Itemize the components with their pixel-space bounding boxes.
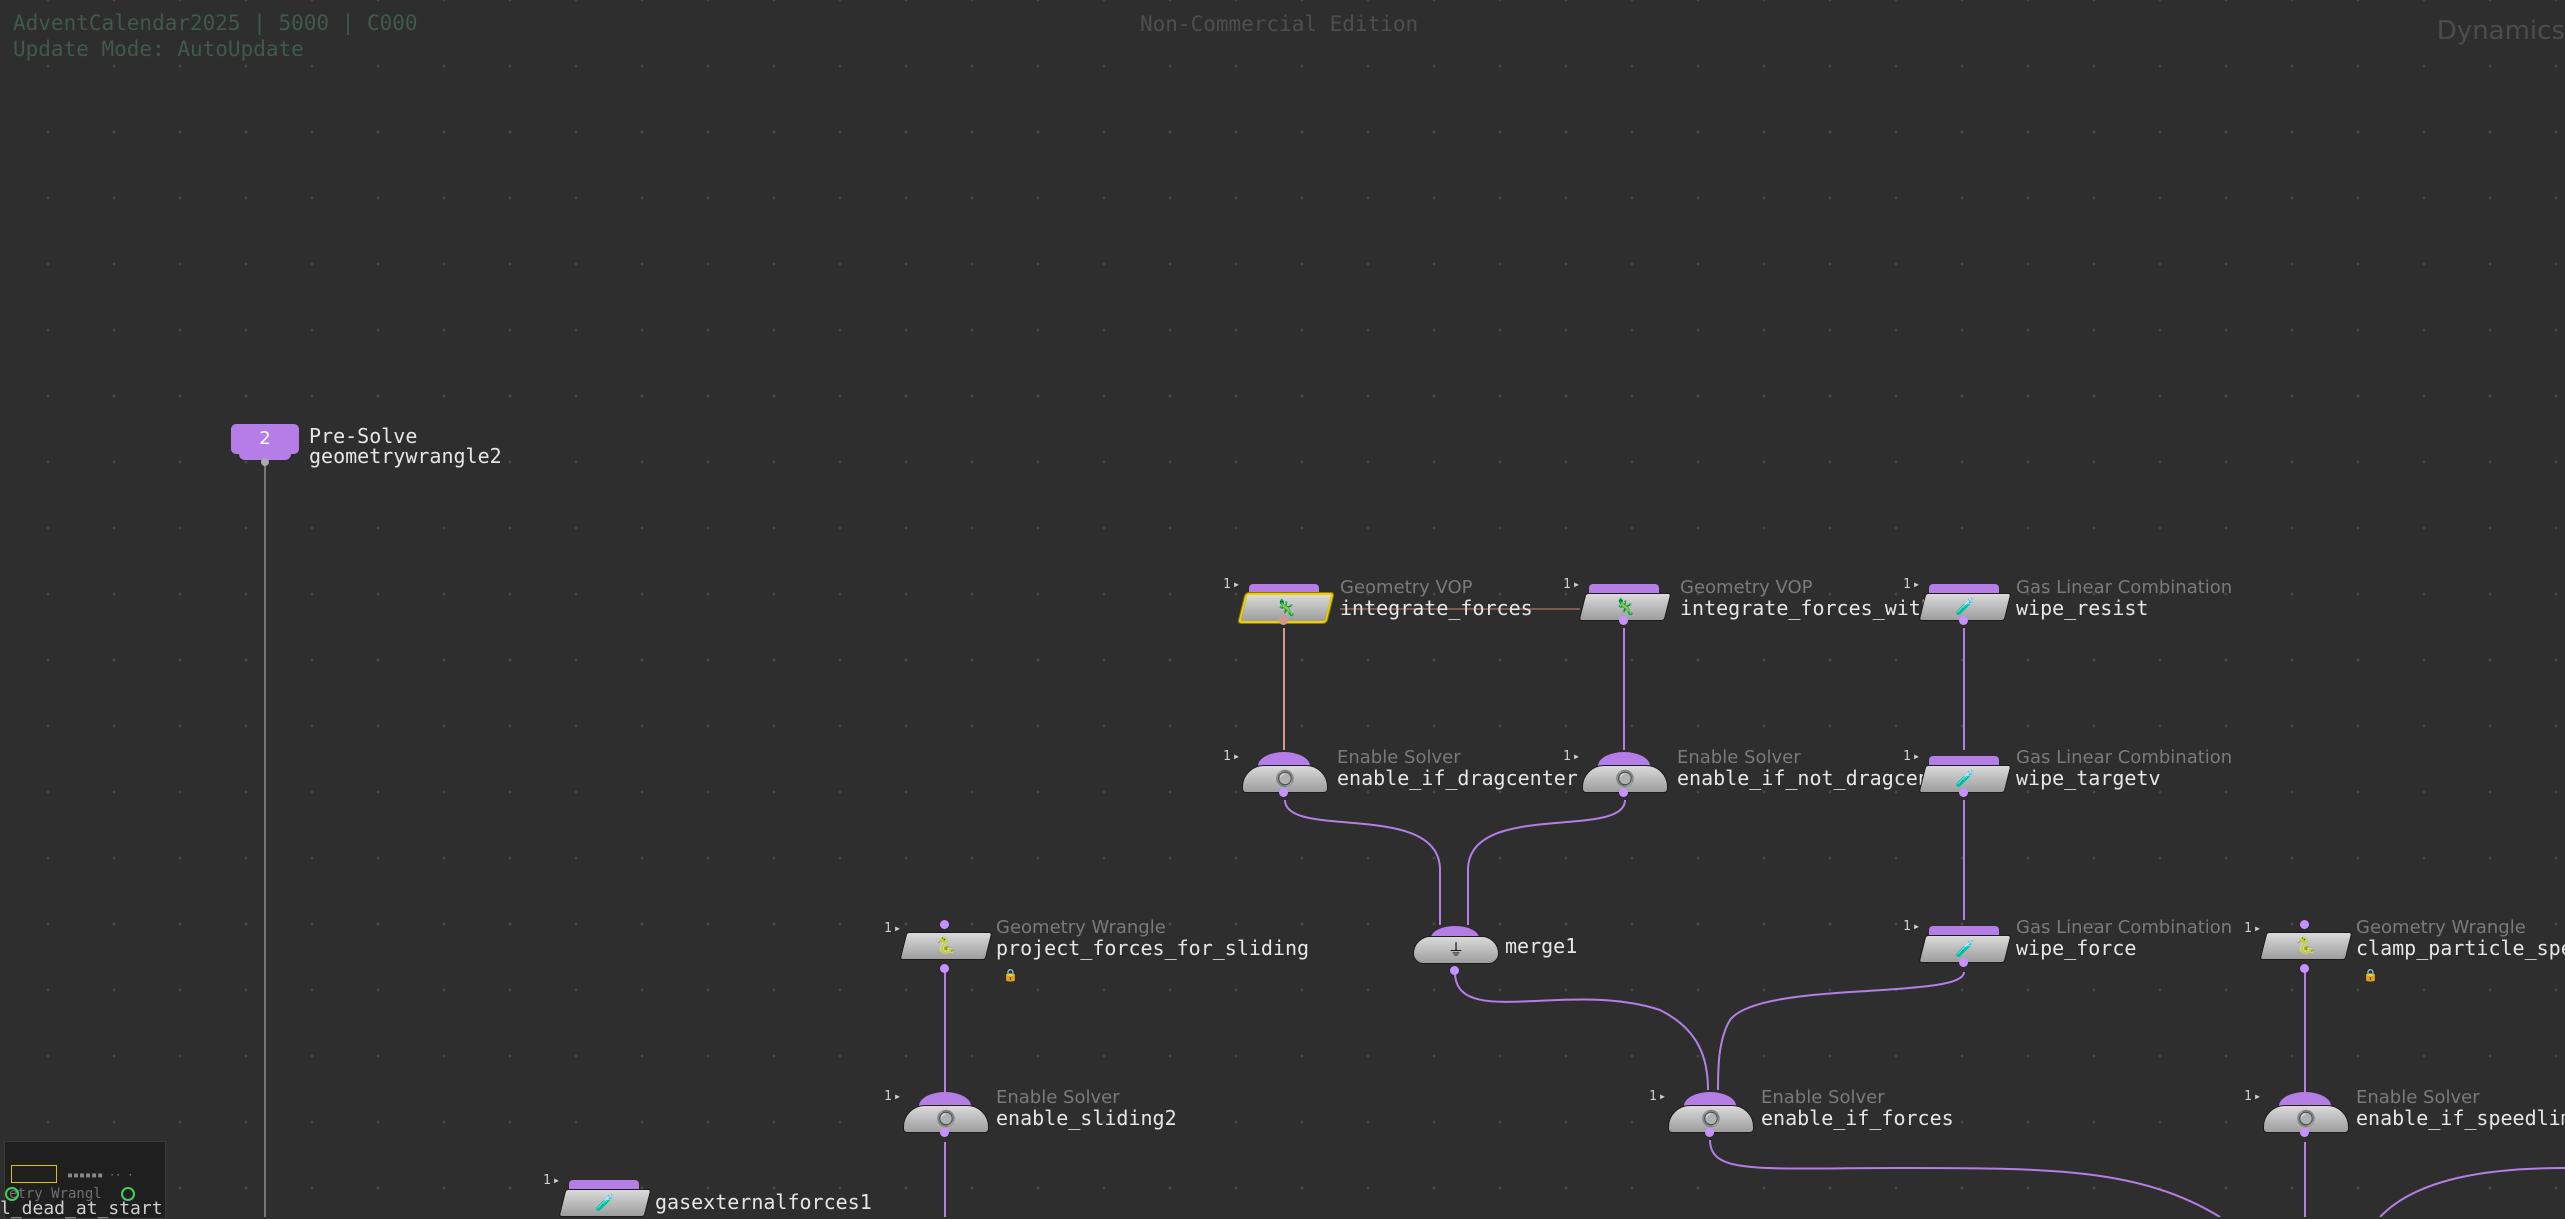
- enable-solver-icon: 🔘: [1615, 769, 1635, 788]
- node-merge1[interactable]: ⏚: [1413, 926, 1499, 975]
- wrangle-icon: 🐍: [936, 936, 956, 955]
- label-enable-if-speedlim: Enable Solver enable_if_speedlim: [2356, 1087, 2565, 1130]
- output-port[interactable]: [1619, 616, 1628, 625]
- output-port[interactable]: [1959, 958, 1968, 967]
- update-mode: Update Mode: AutoUpdate: [13, 37, 304, 61]
- merge-icon: ⏚: [1447, 940, 1464, 959]
- network-box-title: Pre-Solve: [309, 424, 418, 448]
- minimap-viewport[interactable]: [11, 1165, 57, 1183]
- node-enable-if-forces[interactable]: 1 🔘: [1649, 1089, 1754, 1137]
- label-enable-if-not-dragcen: Enable Solver enable_if_not_dragcen: [1677, 747, 1930, 790]
- wire-notdragcen-merge: [1467, 799, 1626, 925]
- enable-solver-icon: 🔘: [936, 1109, 956, 1128]
- network-box-subtitle: geometrywrangle2: [309, 444, 502, 468]
- node-name-partial: l_dead_at_start: [0, 1198, 163, 1219]
- enable-solver-icon: 🔘: [1701, 1109, 1721, 1128]
- enable-solver-icon: 🔘: [1275, 769, 1295, 788]
- node-enable-sliding2[interactable]: 1 🔘: [884, 1089, 989, 1137]
- label-enable-if-dragcenter: Enable Solver enable_if_dragcenter: [1337, 747, 1578, 790]
- wire-speedlim-side: [2379, 1167, 2565, 1217]
- label-wipe-force: Gas Linear Combination wipe_force: [2016, 917, 2233, 960]
- label-clamp-particle: Geometry Wrangle clamp_particle_spe: [2356, 917, 2565, 960]
- label-enable-if-forces: Enable Solver enable_if_forces: [1761, 1087, 1954, 1130]
- wire-wipeforce-forces: [1717, 971, 1965, 1091]
- network-box-output[interactable]: [261, 458, 269, 466]
- gas-linear-icon: 🧪: [595, 1193, 615, 1212]
- input-port[interactable]: [2300, 920, 2309, 929]
- output-port[interactable]: [1959, 788, 1968, 797]
- project-info: AdventCalendar2025 | 5000 | C000: [13, 11, 418, 35]
- enable-solver-icon: 🔘: [2296, 1109, 2316, 1128]
- output-port[interactable]: [1619, 788, 1628, 797]
- wire-merge-forces: [1454, 971, 1709, 1091]
- output-port[interactable]: [1959, 616, 1968, 625]
- wrangle-icon: 🐍: [2296, 936, 2316, 955]
- label-enable-sliding2: Enable Solver enable_sliding2: [996, 1087, 1177, 1130]
- vop-icon: 🦎: [1276, 598, 1296, 617]
- output-port[interactable]: [2300, 964, 2309, 973]
- gas-linear-icon: 🧪: [1955, 769, 1975, 788]
- output-port[interactable]: [2300, 1128, 2309, 1137]
- wire-dragcenter-merge: [1284, 799, 1441, 925]
- node-clamp-particle-spe[interactable]: 1 🐍 🔒: [2244, 920, 2378, 982]
- label-integrate-forces: Geometry VOP integrate_forces: [1340, 577, 1533, 620]
- label-integrate-forces-with: Geometry VOP integrate_forces_with: [1680, 577, 1933, 620]
- minimap-nodes: ▪▪▪▪▪▪ ·· ·: [67, 1170, 134, 1181]
- node-enable-if-speedlim[interactable]: 1 🔘: [2244, 1089, 2349, 1137]
- node-project-forces-for-sliding[interactable]: 1 🐍 🔒: [884, 920, 1018, 982]
- output-port[interactable]: [1705, 1128, 1714, 1137]
- edition-watermark: Non-Commercial Edition: [1140, 12, 1419, 36]
- label-merge1: merge1: [1505, 934, 1578, 958]
- output-port[interactable]: [940, 1128, 949, 1137]
- output-port[interactable]: [1279, 788, 1288, 797]
- output-port[interactable]: [940, 964, 949, 973]
- output-port[interactable]: [1450, 966, 1459, 975]
- node-integrate-forces-with[interactable]: 1 🦎: [1563, 577, 1672, 625]
- input-port[interactable]: [940, 920, 949, 929]
- node-wipe-targetv[interactable]: 1 🧪: [1903, 749, 2012, 797]
- label-project-forces: Geometry Wrangle project_forces_for_slid…: [996, 917, 1310, 960]
- lock-icon: 🔒: [1003, 968, 1018, 982]
- node-wipe-resist[interactable]: 1 🧪: [1903, 577, 2012, 625]
- node-enable-if-not-dragcen[interactable]: 1 🔘: [1563, 749, 1668, 797]
- gas-linear-icon: 🧪: [1955, 597, 1975, 616]
- label-gasexternalforces1: gasexternalforces1: [655, 1190, 872, 1214]
- node-gasexternalforces1[interactable]: 1 🧪: [543, 1173, 652, 1217]
- node-wipe-force[interactable]: 1 🧪: [1903, 919, 2012, 967]
- network-context: Dynamics: [2436, 16, 2565, 46]
- label-wipe-targetv: Gas Linear Combination wipe_targetv: [2016, 747, 2233, 790]
- label-wipe-resist: Gas Linear Combination wipe_resist: [2016, 577, 2233, 620]
- gas-linear-icon: 🧪: [1955, 939, 1975, 958]
- network-box-label: Pre-Solve geometrywrangle2: [309, 426, 502, 466]
- node-enable-if-dragcenter[interactable]: 1 🔘: [1223, 749, 1328, 797]
- output-port[interactable]: [1279, 616, 1288, 625]
- node-integrate-forces[interactable]: 1 🦎: [1223, 577, 1334, 625]
- vop-icon: 🦎: [1615, 597, 1635, 616]
- lock-icon: 🔒: [2363, 968, 2378, 982]
- network-box-badge[interactable]: 2: [231, 424, 299, 460]
- wire-enable-forces-out: [1709, 1139, 2221, 1217]
